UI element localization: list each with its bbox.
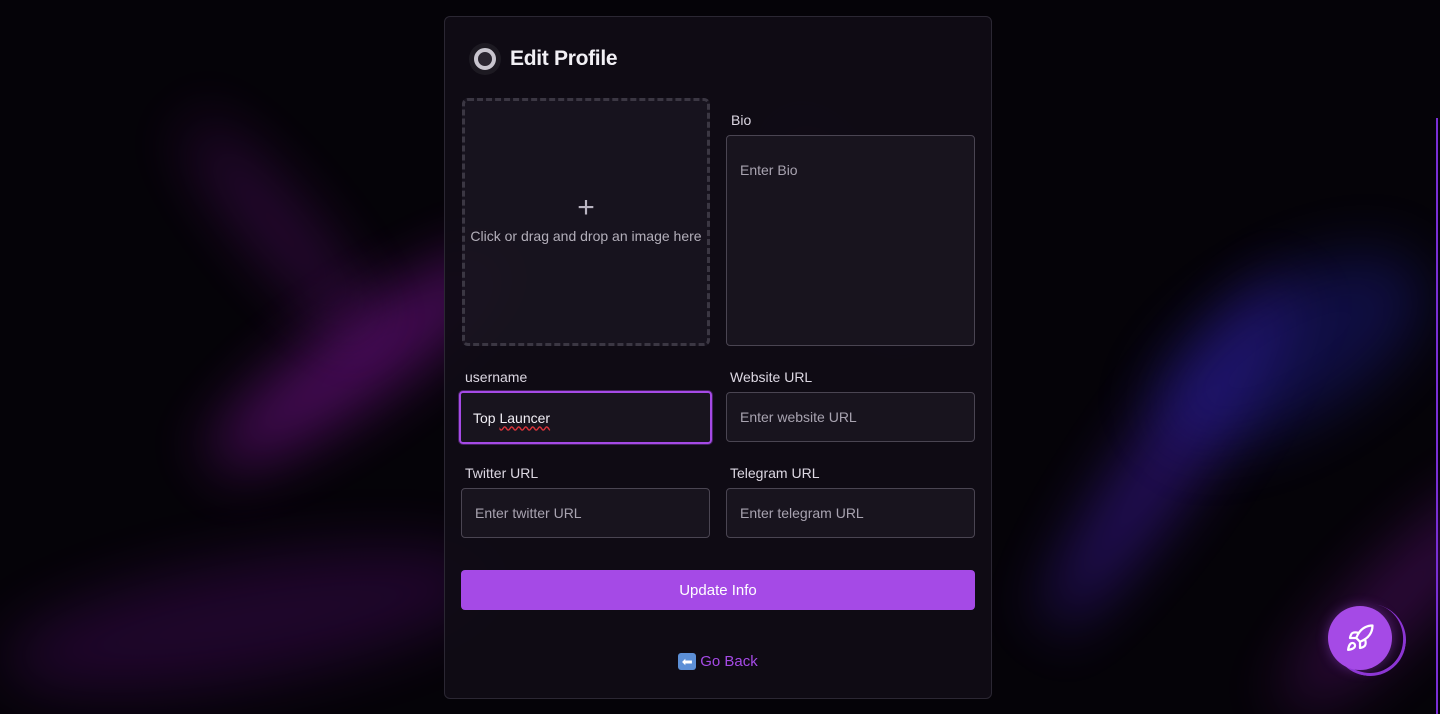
username-value: Top Launcer <box>473 409 551 426</box>
go-back-label: Go Back <box>700 653 758 670</box>
plus-icon: + <box>577 191 595 224</box>
update-info-button[interactable]: Update Info <box>461 570 975 610</box>
bio-label: Bio <box>731 112 752 128</box>
card-header: Edit Profile <box>469 43 618 75</box>
telegram-placeholder: Enter telegram URL <box>740 505 864 521</box>
twitter-url-input[interactable]: Enter twitter URL <box>461 488 710 538</box>
twitter-placeholder: Enter twitter URL <box>475 505 582 521</box>
background-glow <box>1262 457 1440 714</box>
website-url-input[interactable]: Enter website URL <box>726 392 975 442</box>
twitter-label: Twitter URL <box>465 465 539 481</box>
username-label: username <box>465 369 528 385</box>
go-back-link[interactable]: ⬅ Go Back <box>445 653 991 670</box>
scroll-indicator <box>1436 118 1438 714</box>
page-title: Edit Profile <box>510 47 618 70</box>
bio-textarea[interactable]: Enter Bio <box>726 135 975 346</box>
bio-placeholder: Enter Bio <box>740 162 798 178</box>
website-placeholder: Enter website URL <box>740 409 857 425</box>
username-input[interactable]: Top Launcer <box>459 391 712 444</box>
image-dropzone[interactable]: + Click or drag and drop an image here <box>462 98 710 346</box>
telegram-label: Telegram URL <box>730 465 820 481</box>
background-glow <box>167 103 393 357</box>
website-label: Website URL <box>730 369 813 385</box>
background-glow <box>0 517 507 714</box>
edit-profile-card: Edit Profile + Click or drag and drop an… <box>444 16 992 699</box>
left-arrow-icon: ⬅ <box>678 653 697 670</box>
ring-logo-icon <box>469 43 501 75</box>
dropzone-text: Click or drag and drop an image here <box>470 228 702 244</box>
rocket-fab-button[interactable] <box>1328 606 1392 670</box>
rocket-icon <box>1347 624 1374 651</box>
telegram-url-input[interactable]: Enter telegram URL <box>726 488 975 538</box>
